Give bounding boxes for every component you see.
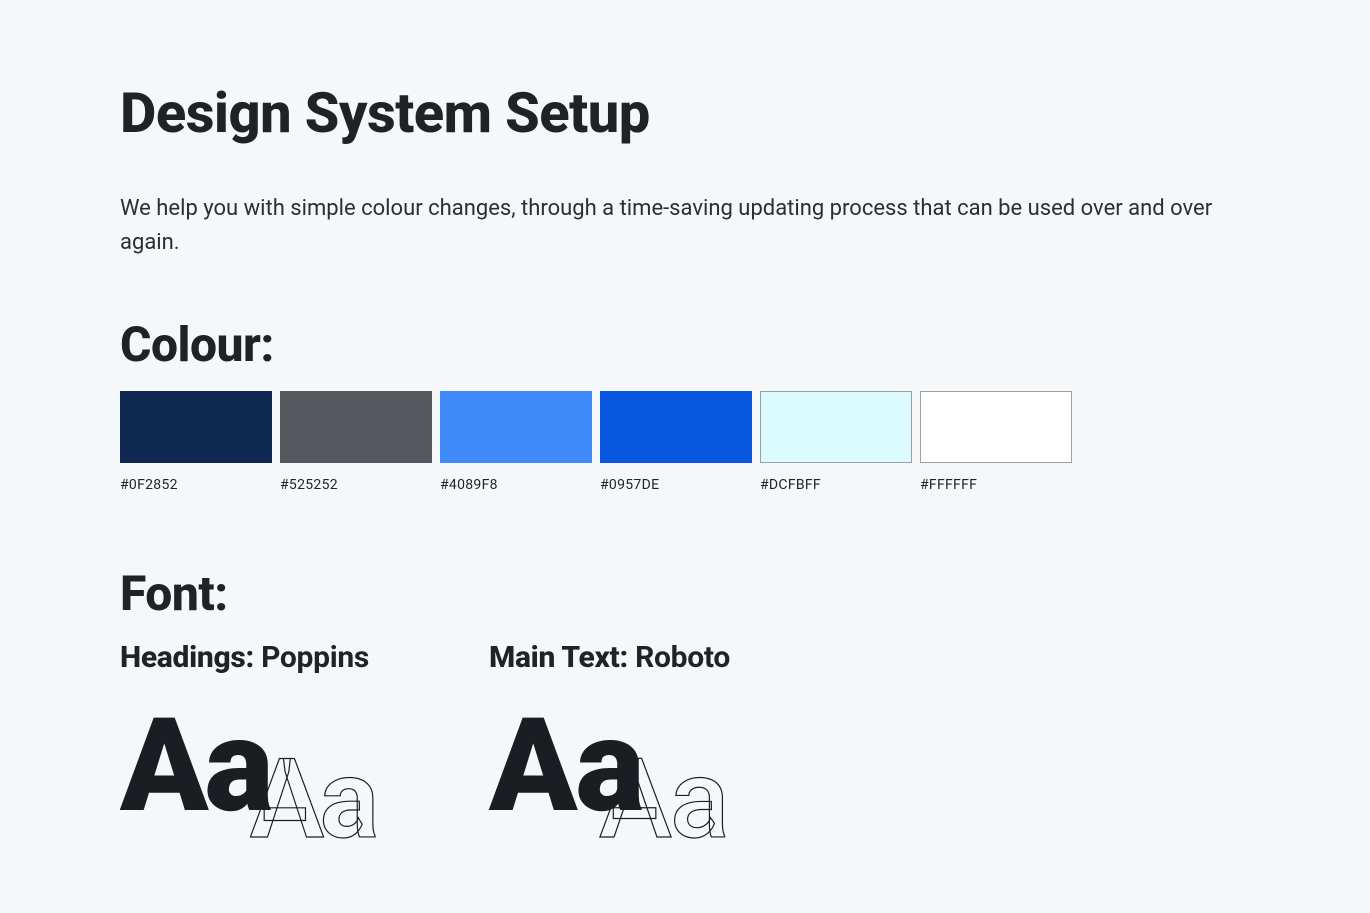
colour-swatch-box [600,391,752,463]
colour-swatch-label: #525252 [280,477,432,493]
colour-swatch: #FFFFFF [920,391,1072,493]
colour-swatch-label: #4089F8 [440,477,592,493]
font-name-headings: Poppins [261,640,369,675]
colour-swatch-box [280,391,432,463]
font-block-headings: Headings: Poppins Aa Aa [120,640,369,861]
font-sample-solid-headings: Aa [120,701,369,831]
colour-swatch-row: #0F2852 #525252 #4089F8 #0957DE #DCFBFF #FFFF… [120,391,1250,493]
colour-swatch-label: #0F2852 [120,477,272,493]
colour-swatch-box [920,391,1072,463]
colour-swatch: #0957DE [600,391,752,493]
colour-swatch-label: #FFFFFF [920,477,1072,493]
page-title: Design System Setup [120,80,1250,146]
colour-swatch: #0F2852 [120,391,272,493]
colour-swatch-box [440,391,592,463]
font-label-headings-prefix: Headings: [120,640,254,675]
intro-text: We help you with simple colour changes, … [120,192,1220,260]
font-heading: Font: [120,565,1250,622]
colour-swatch: #4089F8 [440,391,592,493]
font-name-maintext: Roboto [635,640,730,675]
colour-swatch-label: #DCFBFF [760,477,912,493]
font-block-maintext: Main Text: Roboto Aa Aa [489,640,730,861]
font-label-maintext-prefix: Main Text: [489,640,628,675]
colour-heading: Colour: [120,316,1250,373]
colour-swatch-box [760,391,912,463]
colour-swatch: #525252 [280,391,432,493]
colour-swatch: #DCFBFF [760,391,912,493]
colour-swatch-label: #0957DE [600,477,752,493]
font-sample-solid-maintext: Aa [489,701,730,831]
font-sample-maintext: Aa Aa [489,701,730,861]
font-label-headings: Headings: Poppins [120,640,369,675]
font-label-maintext: Main Text: Roboto [489,640,730,675]
font-sample-headings: Aa Aa [120,701,369,861]
font-row: Headings: Poppins Aa Aa Main Text: Robot… [120,640,1250,861]
colour-swatch-box [120,391,272,463]
